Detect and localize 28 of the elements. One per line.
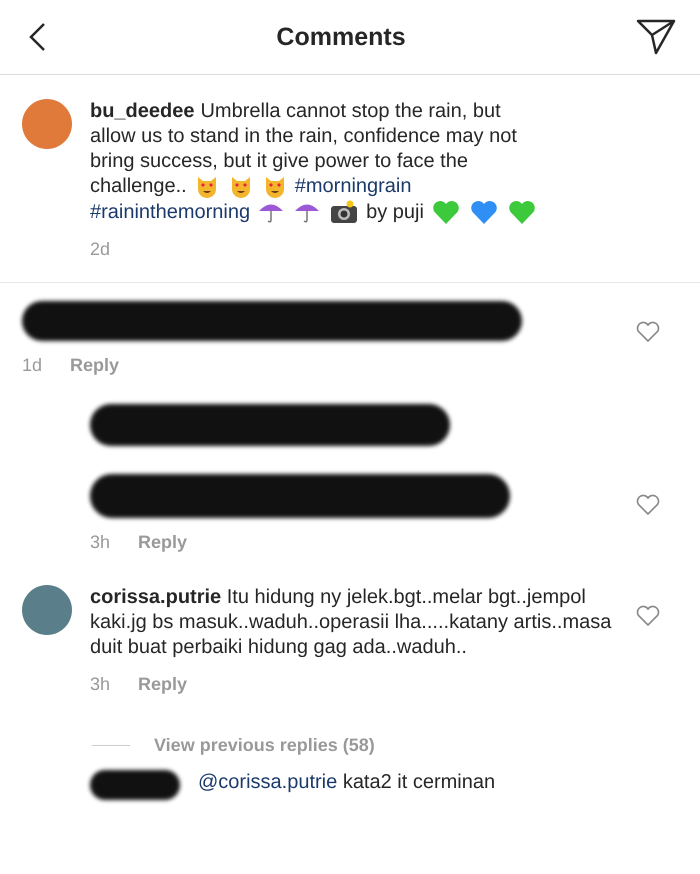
- like-button[interactable]: [636, 494, 660, 516]
- caption-text: bring success, but it give power to face the: [90, 149, 468, 174]
- caption-time: 2d: [90, 239, 110, 260]
- like-button[interactable]: [636, 605, 660, 627]
- view-replies-link[interactable]: View previous replies (58): [154, 735, 375, 756]
- page-title: Comments: [276, 22, 406, 52]
- username: bu_deedee: [90, 99, 194, 124]
- comment-text: corissa.putrie Itu hidung ny jelek.bgt..melar bgt..jempol kaki.jg bs masuk..waduh..operasii lha.....katany artis..masa duit buat perbaiki hidung gag ada..waduh..: [90, 585, 612, 660]
- avatar: [22, 99, 72, 149]
- camera-icon: [330, 200, 358, 224]
- mention-link[interactable]: @corissa.putrie: [198, 771, 338, 793]
- hashtag-link[interactable]: #raininthemorning: [90, 200, 250, 224]
- caption-text: allow us to stand in the rain, confidence may not: [90, 124, 517, 149]
- comment-text: kata2 it cerminan: [342, 771, 496, 793]
- comment-time: 3h: [90, 532, 110, 553]
- caption-text: by puji: [366, 200, 424, 224]
- caption-text: challenge..: [90, 174, 187, 199]
- send-icon[interactable]: [636, 19, 676, 55]
- back-icon[interactable]: [28, 22, 46, 52]
- like-button[interactable]: [636, 321, 660, 343]
- caption-text: Umbrella cannot stop the rain, but: [200, 99, 501, 124]
- reply-link[interactable]: Reply: [70, 355, 120, 376]
- reply-link[interactable]: Reply: [138, 674, 188, 695]
- reply-link[interactable]: Reply: [138, 532, 188, 553]
- avatar: [22, 585, 72, 635]
- comment-time: 1d: [22, 355, 42, 376]
- hashtag-link[interactable]: #morningrain: [294, 174, 412, 199]
- comment-time: 3h: [90, 674, 110, 695]
